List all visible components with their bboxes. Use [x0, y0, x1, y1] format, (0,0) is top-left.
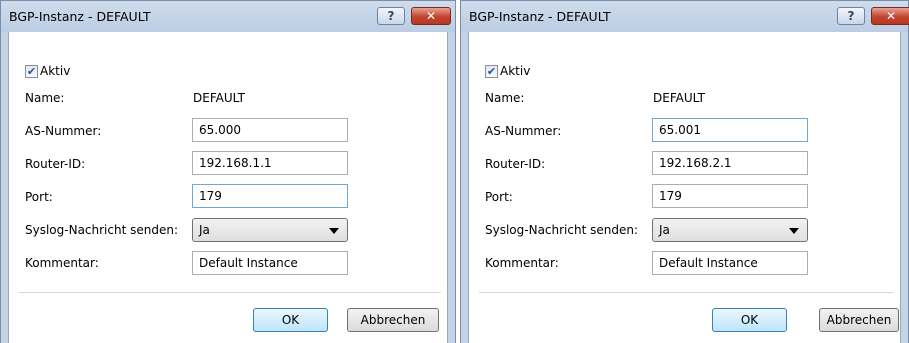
as-number-field[interactable]: [652, 118, 808, 142]
comment-field[interactable]: [652, 251, 808, 275]
active-checkbox[interactable]: ✔: [25, 65, 38, 78]
router-id-field[interactable]: [652, 151, 808, 175]
chevron-down-icon: [789, 228, 799, 234]
active-label[interactable]: Aktiv: [40, 64, 70, 78]
router-id-label: Router-ID:: [25, 157, 86, 171]
as-number-label: AS-Nummer:: [25, 124, 102, 138]
as-number-field[interactable]: [192, 118, 348, 142]
syslog-selected-value: Ja: [199, 223, 210, 237]
ok-button[interactable]: OK: [253, 308, 328, 332]
active-checkbox[interactable]: ✔: [485, 65, 498, 78]
as-number-label: AS-Nummer:: [485, 124, 562, 138]
title-bar[interactable]: BGP-Instanz - DEFAULT ? ✕: [461, 1, 909, 32]
checkmark-icon: ✔: [26, 65, 37, 78]
syslog-label: Syslog-Nachricht senden:: [485, 223, 639, 237]
help-button[interactable]: ?: [377, 7, 405, 25]
name-label: Name:: [25, 91, 65, 105]
name-label: Name:: [485, 91, 525, 105]
router-id-label: Router-ID:: [485, 157, 546, 171]
router-id-field[interactable]: [192, 151, 348, 175]
cancel-button[interactable]: Abbrechen: [819, 308, 899, 332]
comment-field[interactable]: [192, 251, 348, 275]
chevron-down-icon: [329, 228, 339, 234]
syslog-select[interactable]: Ja: [652, 218, 808, 242]
name-value: DEFAULT: [193, 91, 245, 105]
port-label: Port:: [25, 190, 53, 204]
active-label[interactable]: Aktiv: [500, 64, 530, 78]
comment-label: Kommentar:: [25, 256, 99, 270]
dialog-body: ✔ Aktiv Name: DEFAULT AS-Nummer: Router-…: [8, 32, 448, 343]
bgp-instance-dialog-right: BGP-Instanz - DEFAULT ? ✕ ✔ Aktiv Name: …: [460, 0, 909, 343]
close-button[interactable]: ✕: [871, 7, 909, 25]
port-label: Port:: [485, 190, 513, 204]
separator: [479, 292, 894, 293]
dialog-title: BGP-Instanz - DEFAULT: [469, 9, 611, 24]
dialog-body: ✔ Aktiv Name: DEFAULT AS-Nummer: Router-…: [468, 32, 901, 343]
ok-button[interactable]: OK: [712, 308, 787, 332]
checkmark-icon: ✔: [486, 65, 497, 78]
port-field[interactable]: [192, 184, 348, 208]
syslog-select[interactable]: Ja: [192, 218, 348, 242]
name-value: DEFAULT: [653, 91, 705, 105]
bgp-instance-dialog-left: BGP-Instanz - DEFAULT ? ✕ ✔ Aktiv Name: …: [0, 0, 456, 343]
syslog-selected-value: Ja: [659, 223, 670, 237]
port-field[interactable]: [652, 184, 808, 208]
separator: [19, 292, 441, 293]
title-bar[interactable]: BGP-Instanz - DEFAULT ? ✕: [1, 1, 455, 32]
cancel-button[interactable]: Abbrechen: [347, 308, 439, 332]
syslog-label: Syslog-Nachricht senden:: [25, 223, 179, 237]
help-button[interactable]: ?: [837, 7, 865, 25]
comment-label: Kommentar:: [485, 256, 559, 270]
dialog-title: BGP-Instanz - DEFAULT: [9, 9, 151, 24]
close-button[interactable]: ✕: [411, 7, 451, 25]
